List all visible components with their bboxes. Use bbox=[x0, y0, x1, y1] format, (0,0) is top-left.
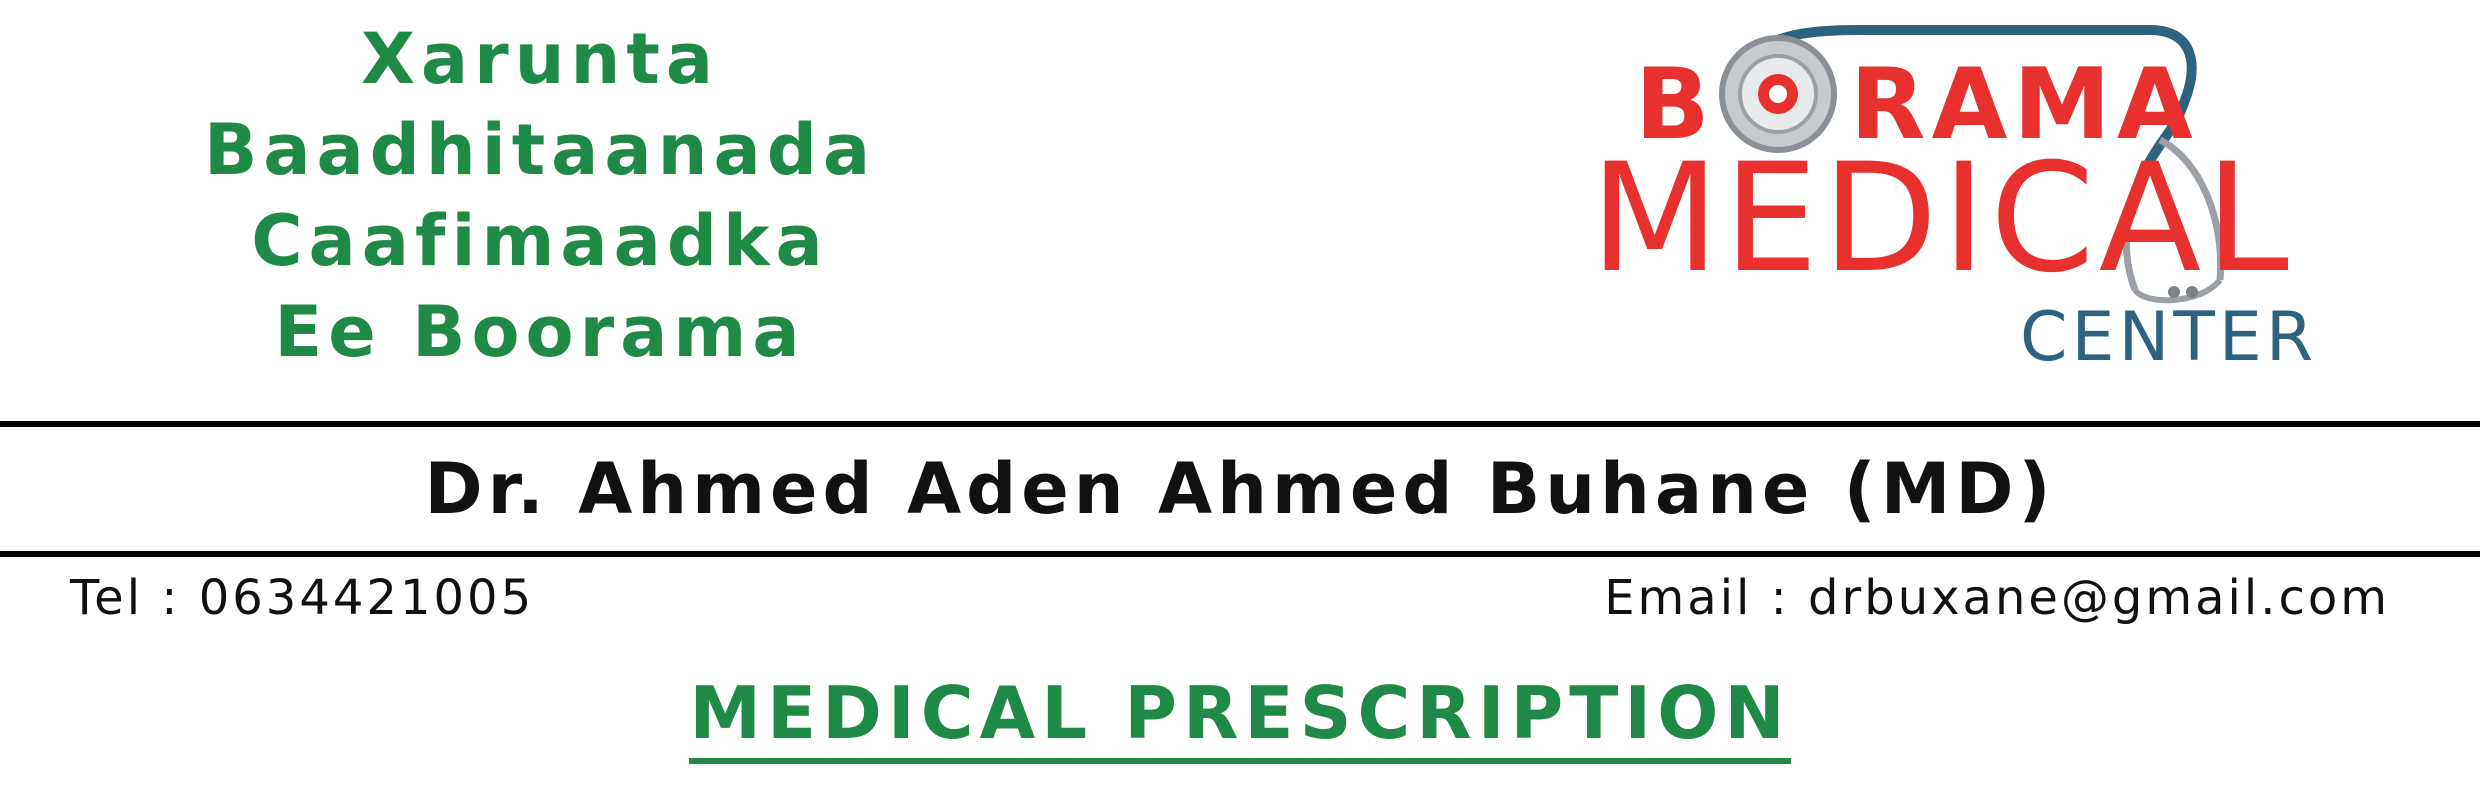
somali-name-line-4: Ee Boorama bbox=[274, 291, 806, 373]
telephone: Tel : 0634421005 bbox=[70, 570, 535, 626]
somali-name-line-1: Xarunta bbox=[360, 18, 720, 100]
prescription-title: MEDICAL PRESCRIPTION bbox=[689, 670, 1791, 764]
logo-graphic: B RAMA MEDICAL CENTER bbox=[1590, 25, 2317, 377]
email-address: Email : drbuxane@gmail.com bbox=[1604, 570, 2390, 626]
header-rule-bottom bbox=[0, 551, 2480, 557]
doctor-name: Dr. Ahmed Aden Ahmed Buhane (MD) bbox=[424, 448, 2056, 530]
somali-name-line-2: Baadhitaanada bbox=[203, 109, 877, 191]
somali-name-line-3: Caafimaadka bbox=[251, 200, 829, 282]
somali-clinic-name: Xarunta Baadhitaanada Caafimaadka Ee Boo… bbox=[90, 14, 990, 378]
prescription-title-wrap: MEDICAL PRESCRIPTION bbox=[0, 670, 2480, 764]
logo-line-medical: MEDICAL bbox=[1590, 132, 2293, 306]
borama-medical-center-logo: B RAMA MEDICAL CENTER bbox=[1560, 20, 2360, 380]
logo-line-center: CENTER bbox=[2020, 298, 2317, 377]
